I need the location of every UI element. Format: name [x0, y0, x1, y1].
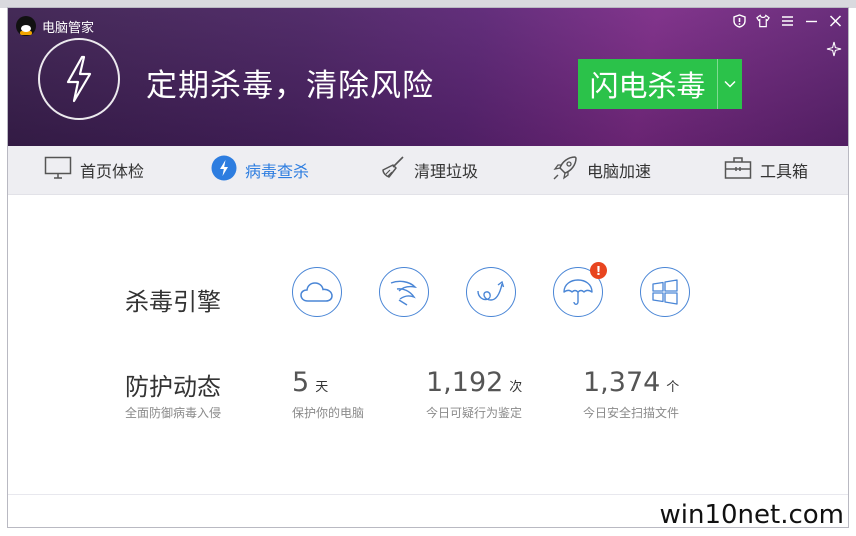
engines-label: 杀毒引擎 — [125, 288, 221, 316]
protection-sublabel: 全面防御病毒入侵 — [125, 406, 222, 420]
minimize-icon[interactable] — [804, 14, 818, 28]
app-title: 电脑管家 — [42, 20, 95, 36]
cloud-icon[interactable] — [292, 267, 342, 317]
tab-speed-up-label: 电脑加速 — [587, 162, 652, 181]
monitor-icon — [44, 156, 72, 184]
menu-icon[interactable] — [780, 14, 794, 28]
toolbox-icon — [724, 156, 752, 184]
stat-days-value: 5 — [292, 367, 310, 398]
stat-suspicious-unit: 次 — [509, 380, 523, 395]
lightning-bolt-icon — [38, 38, 120, 120]
chevron-down-icon[interactable] — [717, 59, 742, 109]
sparkle-icon[interactable] — [826, 41, 842, 61]
skin-icon[interactable] — [756, 14, 770, 28]
footer-divider — [8, 494, 848, 495]
tab-toolbox-label: 工具箱 — [760, 162, 809, 181]
quick-scan-button[interactable]: 闪电杀毒 — [578, 59, 742, 109]
stat-suspicious-checks: 1,192 次 — [426, 367, 522, 398]
swirl-arrow-icon[interactable] — [466, 267, 516, 317]
alert-badge: ! — [590, 262, 607, 279]
stat-days-unit: 天 — [315, 380, 329, 395]
stat-files-caption: 今日安全扫描文件 — [583, 406, 680, 420]
tab-virus-scan[interactable]: 病毒查杀 — [211, 146, 309, 194]
quick-scan-label: 闪电杀毒 — [589, 69, 706, 103]
feather-icon[interactable] — [379, 267, 429, 317]
tab-clean-junk[interactable]: 清理垃圾 — [380, 146, 478, 194]
tab-clean-junk-label: 清理垃圾 — [414, 162, 479, 181]
tab-toolbox[interactable]: 工具箱 — [724, 146, 808, 194]
tab-speed-up[interactable]: 电脑加速 — [551, 146, 651, 194]
qq-penguin-logo-icon — [16, 16, 36, 36]
main-nav: 首页体检 病毒查杀 清理垃圾 电脑加速 工具箱 — [8, 146, 848, 195]
stat-days-caption: 保护你的电脑 — [292, 406, 365, 420]
watermark-text: win10net.com — [659, 500, 844, 530]
stat-suspicious-value: 1,192 — [426, 367, 504, 398]
header-banner: 电脑管家 定期杀毒，清除风险 闪电杀毒 — [8, 8, 848, 146]
tab-virus-scan-label: 病毒查杀 — [245, 162, 310, 181]
tab-home-checkup-label: 首页体检 — [80, 162, 145, 181]
close-icon[interactable] — [828, 14, 842, 28]
app-window: 电脑管家 定期杀毒，清除风险 闪电杀毒 首页体检 病毒查杀 清理垃圾 电脑加速 … — [7, 7, 849, 528]
rocket-icon — [551, 154, 579, 186]
bolt-icon — [211, 155, 237, 185]
stat-files-scanned: 1,374 个 — [583, 367, 679, 398]
windows-icon[interactable] — [640, 267, 690, 317]
stat-days-protected: 5 天 — [292, 367, 328, 398]
protection-label: 防护动态 — [125, 373, 221, 401]
stat-suspicious-caption: 今日可疑行为鉴定 — [426, 406, 523, 420]
main-content: 杀毒引擎 ! 防护动态 全面防御病毒入侵 5 天 保护你的电脑 1,192 次 … — [8, 195, 848, 527]
shield-icon[interactable] — [732, 14, 746, 28]
stat-files-unit: 个 — [666, 380, 680, 395]
stat-files-value: 1,374 — [583, 367, 661, 398]
headline: 定期杀毒，清除风险 — [146, 68, 434, 104]
tab-home-checkup[interactable]: 首页体检 — [44, 146, 144, 194]
title-area: 电脑管家 — [16, 16, 94, 36]
broom-icon — [380, 155, 406, 185]
window-controls — [732, 14, 842, 28]
